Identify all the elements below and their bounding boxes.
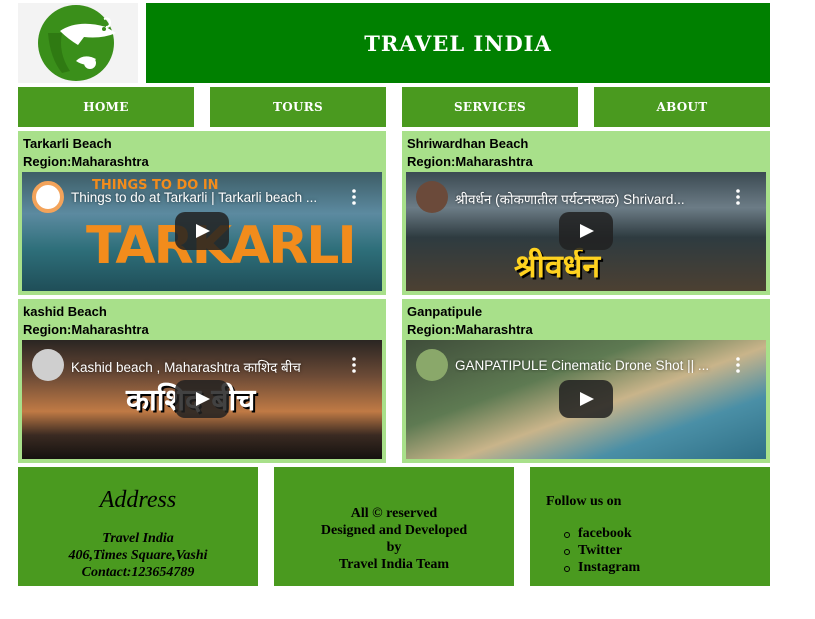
instagram-link[interactable]: Instagram: [578, 560, 640, 576]
video-title[interactable]: Things to do at Tarkarli | Tarkarli beac…: [71, 190, 341, 205]
video-embed[interactable]: काशिद बीच Kashid beach , Maharashtra काश…: [22, 340, 382, 459]
video-overlay-text: श्रीवर्धन: [514, 247, 601, 285]
credits-text: Designed and Developed: [320, 523, 468, 538]
play-button[interactable]: [559, 380, 613, 418]
address-line: Contact:123654789: [81, 565, 195, 580]
video-embed[interactable]: श्रीवर्धन श्रीवर्धन (कोकणातील पर्यटनस्थळ…: [406, 172, 766, 291]
destination-name: Tarkarli Beach: [23, 136, 112, 151]
twitter-link[interactable]: Twitter: [578, 543, 622, 559]
nav-home[interactable]: HOME: [18, 87, 194, 127]
nav-services[interactable]: SERVICES: [402, 87, 578, 127]
credits-text: by: [386, 540, 402, 555]
nav-tours[interactable]: TOURS: [210, 87, 386, 127]
video-embed[interactable]: GANPATIPULE Cinematic Drone Shot || ...: [406, 340, 766, 459]
footer-follow: Follow us on facebook Twitter Instagram: [530, 467, 770, 586]
address-line: 406,Times Square,Vashi: [68, 548, 208, 563]
play-button[interactable]: [175, 212, 229, 250]
channel-avatar[interactable]: [32, 349, 64, 381]
site-logo[interactable]: [18, 3, 138, 83]
bullet-icon: [564, 549, 570, 555]
video-title[interactable]: Kashid beach , Maharashtra काशिद बीच: [71, 358, 341, 376]
address-line: Travel India: [102, 531, 174, 546]
more-options-icon[interactable]: [732, 187, 744, 207]
more-options-icon[interactable]: [348, 187, 360, 207]
destination-region: Region:Maharashtra: [407, 154, 533, 169]
destination-name: Ganpatipule: [407, 304, 483, 319]
nav-about[interactable]: ABOUT: [594, 87, 770, 127]
video-embed[interactable]: THINGS TO DO IN TARKARLI Things to do at…: [22, 172, 382, 291]
play-button[interactable]: [175, 380, 229, 418]
bullet-icon: [564, 532, 570, 538]
copyright-text: All © reserved: [350, 506, 438, 521]
destination-name: kashid Beach: [23, 304, 107, 319]
video-title[interactable]: GANPATIPULE Cinematic Drone Shot || ...: [455, 358, 725, 373]
site-banner: TRAVEL INDIA: [146, 3, 770, 83]
video-title[interactable]: श्रीवर्धन (कोकणातील पर्यटनस्थळ) Shrivard…: [455, 190, 725, 208]
address-heading: Address: [99, 487, 177, 513]
channel-avatar[interactable]: [416, 349, 448, 381]
destination-region: Region:Maharashtra: [23, 154, 149, 169]
more-options-icon[interactable]: [348, 355, 360, 375]
facebook-link[interactable]: facebook: [578, 526, 632, 542]
follow-heading: Follow us on: [546, 494, 622, 509]
destination-card: kashid Beach Region:Maharashtra काशिद बी…: [18, 299, 386, 463]
channel-avatar[interactable]: [32, 181, 64, 213]
destination-card: Ganpatipule Region:Maharashtra GANPATIPU…: [402, 299, 770, 463]
destination-card: Tarkarli Beach Region:Maharashtra THINGS…: [18, 131, 386, 295]
credits-text: Travel India Team: [338, 557, 450, 572]
destination-card: Shriwardhan Beach Region:Maharashtra श्र…: [402, 131, 770, 295]
destination-region: Region:Maharashtra: [23, 322, 149, 337]
play-button[interactable]: [559, 212, 613, 250]
channel-avatar[interactable]: [416, 181, 448, 213]
more-options-icon[interactable]: [732, 355, 744, 375]
destination-region: Region:Maharashtra: [407, 322, 533, 337]
footer-credits: All © reserved Designed and Developed by…: [274, 467, 514, 586]
footer-address: Address Travel India 406,Times Square,Va…: [18, 467, 258, 586]
site-title: TRAVEL INDIA: [364, 30, 552, 56]
destination-name: Shriwardhan Beach: [407, 136, 529, 151]
bullet-icon: [564, 566, 570, 572]
